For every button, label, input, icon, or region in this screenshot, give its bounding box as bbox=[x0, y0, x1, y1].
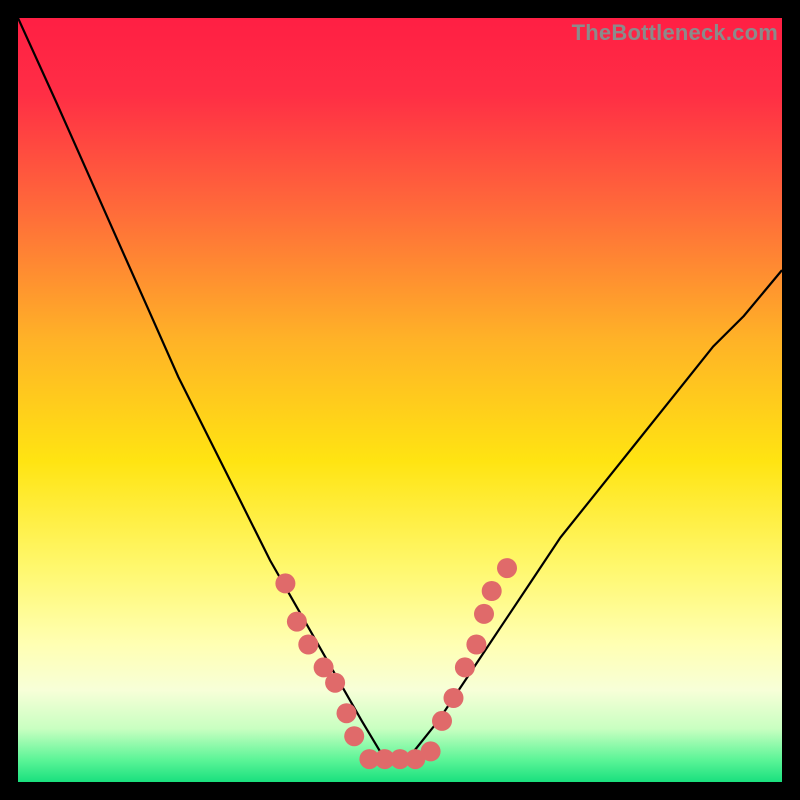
marker-point bbox=[466, 635, 486, 655]
marker-point bbox=[497, 558, 517, 578]
marker-point bbox=[432, 711, 452, 731]
marker-point bbox=[421, 741, 441, 761]
marker-point bbox=[337, 703, 357, 723]
marker-point bbox=[275, 573, 295, 593]
marker-point bbox=[287, 612, 307, 632]
marker-point bbox=[482, 581, 502, 601]
marker-point bbox=[344, 726, 364, 746]
marker-point bbox=[298, 635, 318, 655]
bottleneck-chart bbox=[18, 18, 782, 782]
watermark-text: TheBottleneck.com bbox=[572, 20, 778, 46]
marker-point bbox=[325, 673, 345, 693]
chart-frame: TheBottleneck.com bbox=[18, 18, 782, 782]
marker-point bbox=[444, 688, 464, 708]
marker-point bbox=[474, 604, 494, 624]
gradient-bg bbox=[18, 18, 782, 782]
marker-point bbox=[455, 657, 475, 677]
